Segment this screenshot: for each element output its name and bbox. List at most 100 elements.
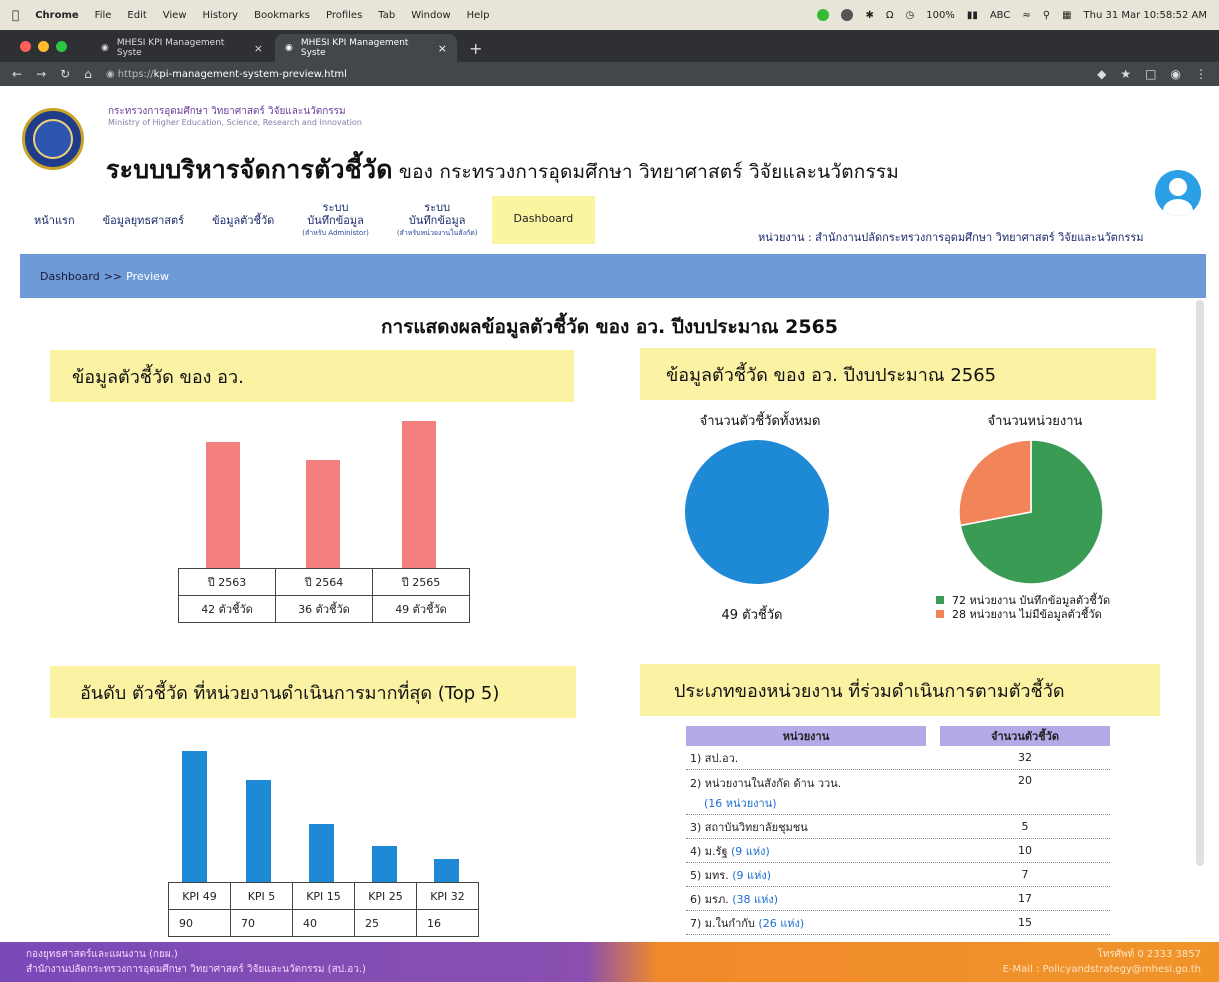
- browser-tab-1[interactable]: ◉ MHESI KPI Management Syste ×: [91, 34, 273, 62]
- row-name: 3) สถาบันวิทยาลัยชุมชน: [690, 820, 808, 834]
- search-icon[interactable]: ⚲: [1043, 10, 1050, 21]
- bar-year-3: [402, 421, 436, 568]
- wifi-icon[interactable]: ≈: [1022, 10, 1030, 21]
- nav-record-admin-l1: ระบบ: [322, 200, 349, 214]
- menu-window[interactable]: Window: [411, 10, 450, 21]
- nav-dashboard[interactable]: Dashboard: [491, 196, 596, 244]
- row-extra: (38 แห่ง): [732, 892, 778, 906]
- nav-record-admin[interactable]: ระบบ บันทึกข้อมูล (สำหรับ Administor): [288, 196, 383, 244]
- menu-view[interactable]: View: [163, 10, 187, 21]
- menu-profiles[interactable]: Profiles: [326, 10, 362, 21]
- top5-kpi-table: KPI 49 KPI 5 KPI 15 KPI 25 KPI 32 90 70 …: [168, 882, 479, 937]
- table-row: 3) สถาบันวิทยาลัยชุมชน 5: [686, 815, 1110, 839]
- new-tab-icon[interactable]: +: [459, 34, 492, 62]
- battery-percent[interactable]: 100%: [926, 10, 955, 21]
- user-avatar[interactable]: [1155, 170, 1201, 216]
- bar-year-2: [306, 460, 340, 568]
- extension-puzzle-icon[interactable]: ◆: [1097, 67, 1106, 81]
- nav-record-unit[interactable]: ระบบ บันทึกข้อมูล (สำหรับหน่วยงานในสังกั…: [383, 196, 492, 244]
- url-bar[interactable]: ◉ https://kpi-management-system-preview.…: [106, 69, 347, 80]
- footer-org: กองยุทธศาสตร์และแผนงาน (กยผ.): [26, 949, 178, 960]
- row-value: 17: [1018, 892, 1032, 905]
- menu-clock: Thu 31 Mar 10:58:52 AM: [1083, 9, 1207, 21]
- sidebar-icon[interactable]: □: [1145, 67, 1156, 81]
- table-row: 2) หน่วยงานในสังกัด ด้าน ววน. (16 หน่วยงา…: [686, 770, 1110, 815]
- home-icon[interactable]: ⌂: [84, 67, 92, 81]
- ministry-name-en: Ministry of Higher Education, Science, R…: [108, 118, 362, 127]
- forward-icon[interactable]: →: [36, 67, 46, 81]
- legend-swatch: [936, 596, 944, 604]
- maximize-window-icon[interactable]: [56, 40, 67, 52]
- bluetooth-icon[interactable]: ✱: [865, 10, 873, 21]
- tab-favicon-icon: ◉: [285, 43, 293, 53]
- kpi-name-cell: KPI 49: [168, 882, 231, 910]
- header-kpi-count: จำนวนตัวชี้วัด: [940, 726, 1110, 746]
- breadcrumb-sep: >>: [103, 269, 123, 283]
- breadcrumb-root[interactable]: Dashboard: [40, 270, 100, 283]
- year-cell: ปี 2564: [275, 568, 373, 596]
- pie-slice: [685, 440, 829, 584]
- close-tab-icon[interactable]: ×: [438, 42, 447, 55]
- kpi-value-cell: 70: [230, 909, 293, 937]
- status-dot-icon[interactable]: [817, 9, 830, 21]
- row-name: 4) ม.รัฐ: [690, 844, 732, 858]
- clock-icon[interactable]: ◷: [905, 10, 914, 21]
- legend-item: 72 หน่วยงาน บันทึกข้อมูลตัวชี้วัด: [936, 594, 1110, 608]
- nav-kpi[interactable]: ข้อมูลตัวชี้วัด: [198, 196, 288, 244]
- pie-total-title: จำนวนตัวชี้วัดทั้งหมด: [699, 414, 821, 429]
- legend-label: 28 หน่วยงาน ไม่มีข้อมูลตัวชี้วัด: [952, 608, 1102, 621]
- profile-icon[interactable]: ◉: [1171, 67, 1181, 81]
- input-source[interactable]: ABC: [990, 10, 1011, 21]
- page-scrollbar[interactable]: [1196, 300, 1204, 866]
- pie-total-caption: 49 ตัวชี้วัด: [721, 608, 783, 623]
- headphones-icon[interactable]: Ω: [886, 10, 894, 21]
- nav-strategy[interactable]: ข้อมูลยุทธศาสตร์: [89, 196, 198, 244]
- header-unit: หน่วยงาน: [686, 726, 926, 746]
- reload-icon[interactable]: ↻: [60, 67, 70, 81]
- kpi-name-cell: KPI 32: [416, 882, 479, 910]
- menu-history[interactable]: History: [203, 10, 239, 21]
- menu-tab[interactable]: Tab: [378, 10, 395, 21]
- bookmark-star-icon[interactable]: ★: [1120, 67, 1131, 81]
- tab-title: MHESI KPI Management Syste: [116, 38, 225, 58]
- web-page: กระทรวงการอุดมศึกษา วิทยาศาสตร์ วิจัยและ…: [0, 86, 1219, 982]
- kpi-by-year-table: ปี 2563 ปี 2564 ปี 2565 42 ตัวชี้วัด 36 …: [178, 568, 470, 623]
- back-icon[interactable]: ←: [12, 67, 22, 81]
- menu-edit[interactable]: Edit: [127, 10, 146, 21]
- close-tab-icon[interactable]: ×: [254, 42, 263, 55]
- table-row: 6) มรภ. (38 แห่ง) 17: [686, 887, 1110, 911]
- battery-icon[interactable]: ▮▮: [967, 10, 978, 21]
- extension-icon[interactable]: [841, 9, 854, 21]
- minimize-window-icon[interactable]: [38, 40, 49, 52]
- nav-record-admin-l2: บันทึกข้อมูล: [307, 213, 364, 227]
- row-value: 7: [1021, 868, 1029, 881]
- system-title: ระบบบริหารจัดการตัวชี้วัด ของ กระทรวงการ…: [106, 150, 899, 190]
- nav-home[interactable]: หน้าแรก: [20, 196, 89, 244]
- nav-kpi-label: ข้อมูลตัวชี้วัด: [212, 213, 275, 227]
- more-menu-icon[interactable]: ⋮: [1195, 67, 1207, 81]
- year-cell: ปี 2565: [372, 568, 470, 596]
- browser-tab-2[interactable]: ◉ MHESI KPI Management Syste ×: [275, 34, 457, 62]
- row-name: 1) สป.อว.: [690, 751, 739, 765]
- pie-slice: [959, 439, 1104, 585]
- address-toolbar: ← → ↻ ⌂ ◉ https://kpi-management-system-…: [0, 62, 1219, 86]
- bar-kpi-4: [372, 845, 397, 882]
- nav-dashboard-label: Dashboard: [513, 212, 574, 225]
- ministry-logo: [22, 108, 84, 170]
- menu-app[interactable]: Chrome: [35, 10, 78, 21]
- tab-favicon-icon: ◉: [101, 43, 109, 53]
- legend-label: 72 หน่วยงาน บันทึกข้อมูลตัวชี้วัด: [952, 594, 1111, 607]
- menu-bookmarks[interactable]: Bookmarks: [254, 10, 310, 21]
- menu-file[interactable]: File: [95, 10, 112, 21]
- header-gap: [926, 726, 940, 746]
- control-center-icon[interactable]: ▦: [1062, 10, 1071, 21]
- close-window-icon[interactable]: [20, 40, 31, 52]
- browser-tab-bar: ◉ MHESI KPI Management Syste × ◉ MHESI K…: [0, 30, 1219, 62]
- row-value: 5: [1021, 820, 1029, 833]
- year-cell: ปี 2563: [178, 568, 276, 596]
- footer-email[interactable]: E-Mail : Policyandstrategy@mhesi.go.th: [1003, 962, 1201, 977]
- row-value: 20: [1018, 774, 1032, 787]
- apple-icon[interactable]: : [12, 8, 19, 22]
- bar-kpi-5: [434, 858, 459, 882]
- menu-help[interactable]: Help: [467, 10, 490, 21]
